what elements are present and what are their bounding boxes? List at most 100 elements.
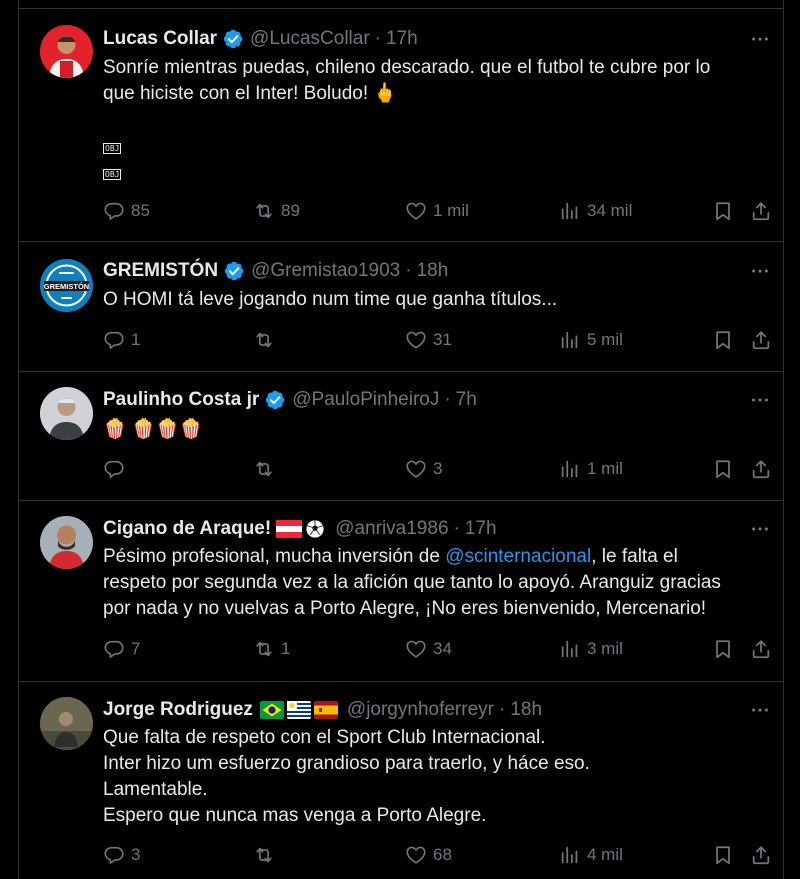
uruguay-flag-emoji [286, 701, 311, 719]
avatar[interactable] [40, 25, 93, 78]
like-button[interactable]: 3 [405, 458, 442, 480]
like-count: 68 [433, 845, 452, 864]
brazil-flag-emoji [259, 701, 284, 719]
more-icon[interactable] [747, 26, 773, 52]
reply-icon [103, 329, 125, 351]
share-button[interactable] [750, 458, 772, 480]
reply-button[interactable]: 85 [103, 200, 150, 222]
like-count: 34 [433, 639, 452, 658]
bookmark-button[interactable] [712, 844, 734, 866]
views-icon [559, 458, 581, 480]
retweet-button[interactable]: 1 [253, 638, 290, 660]
username[interactable]: @anriva1986 [335, 518, 448, 540]
timestamp[interactable]: 17h [386, 28, 418, 50]
views-button[interactable]: 1 mil [559, 458, 623, 480]
more-icon[interactable] [747, 387, 773, 413]
separator: · [374, 28, 381, 49]
share-button[interactable] [750, 638, 772, 660]
username[interactable]: @LucasCollar [250, 28, 370, 50]
share-button[interactable] [750, 200, 772, 222]
tweet[interactable]: GREMISTÓN GREMISTÓN @Gremistao1903 · 18h… [19, 242, 783, 372]
tweet-text-line: Lamentable. [103, 779, 208, 800]
like-count: 31 [433, 330, 452, 349]
like-button[interactable]: 34 [405, 638, 452, 660]
more-icon[interactable] [747, 258, 773, 284]
retweet-button[interactable]: 89 [253, 200, 300, 222]
tweet-actions: 1 31 5 mil [103, 329, 783, 355]
username[interactable]: @PauloPinheiroJ [292, 389, 439, 411]
like-icon [405, 844, 427, 866]
object-placeholder: OBJ [103, 159, 763, 185]
reply-button[interactable]: 1 [103, 329, 140, 351]
verified-badge-icon [223, 260, 245, 282]
like-button[interactable]: 31 [405, 329, 452, 351]
timestamp[interactable]: 7h [456, 389, 477, 411]
bookmark-icon [712, 329, 734, 351]
retweet-button[interactable] [253, 329, 281, 351]
avatar[interactable]: GREMISTÓN [40, 259, 93, 312]
views-icon [559, 638, 581, 660]
more-icon[interactable] [747, 516, 773, 542]
view-count: 4 mil [587, 845, 623, 864]
tweet-text-line: Inter hizo um esfuerzo grandioso para tr… [103, 753, 590, 774]
timestamp[interactable]: 17h [465, 518, 497, 540]
username[interactable]: @Gremistao1903 [251, 260, 400, 282]
username[interactable]: @jorgynhoferreyr [347, 699, 494, 721]
share-button[interactable] [750, 329, 772, 351]
obj-marker: OBJ [103, 169, 122, 180]
tweet[interactable]: Cigano de Araque! @anriva1986 · 17h Pési… [19, 501, 783, 682]
tweet-text: Sonríe mientras puedas, chileno descarad… [103, 55, 763, 185]
reply-button[interactable]: 3 [103, 844, 140, 866]
retweet-icon [253, 200, 275, 222]
reply-count: 85 [131, 201, 150, 220]
tweet-header: Jorge Rodriguez @jorgynhoferreyr · 18h [103, 697, 713, 723]
display-name[interactable]: Cigano de Araque! [103, 518, 271, 540]
separator: · [405, 260, 412, 281]
tweet-text-line: respeto por segunda vez a la afición que… [103, 572, 721, 593]
bookmark-button[interactable] [712, 458, 734, 480]
tweet-header: Paulinho Costa jr @PauloPinheiroJ · 7h [103, 387, 713, 413]
retweet-button[interactable] [253, 458, 281, 480]
like-icon [405, 458, 427, 480]
like-button[interactable]: 68 [405, 844, 452, 866]
timestamp[interactable]: 18h [510, 699, 542, 721]
tweet[interactable]: Jorge Rodriguez @jorgynhoferreyr · 18h Q… [19, 682, 783, 879]
views-button[interactable]: 34 mil [559, 200, 632, 222]
like-icon [405, 200, 427, 222]
avatar[interactable] [40, 516, 93, 569]
tweet-actions: 3 68 4 mil [103, 844, 783, 870]
display-name[interactable]: GREMISTÓN [103, 260, 218, 282]
bookmark-button[interactable] [712, 200, 734, 222]
like-count: 3 [433, 459, 443, 478]
like-button[interactable]: 1 mil [405, 200, 469, 222]
share-icon [750, 200, 772, 222]
share-button[interactable] [750, 844, 772, 866]
tweet-text-line: Sonríe mientras puedas, chileno descarad… [103, 57, 711, 78]
retweet-button[interactable] [253, 844, 281, 866]
views-icon [559, 200, 581, 222]
timestamp[interactable]: 18h [417, 260, 449, 282]
views-button[interactable]: 4 mil [559, 844, 623, 866]
mention-link[interactable]: @scinternacional [445, 546, 591, 567]
display-name[interactable]: Jorge Rodriguez [103, 699, 253, 721]
bookmark-button[interactable] [712, 329, 734, 351]
tweet-text-line: Pésimo profesional, mucha inversión de @… [103, 544, 763, 570]
views-button[interactable]: 5 mil [559, 329, 623, 351]
verified-badge-icon [264, 389, 286, 411]
more-icon[interactable] [747, 697, 773, 723]
reply-button[interactable] [103, 458, 131, 480]
avatar[interactable] [40, 697, 93, 750]
tweet[interactable]: Lucas Collar @LucasCollar · 17h Sonríe m… [19, 9, 783, 242]
flag-emoji [276, 520, 303, 538]
tweet-actions: 85 89 1 mil 34 mil [103, 200, 783, 226]
bookmark-icon [712, 458, 734, 480]
display-name[interactable]: Lucas Collar [103, 28, 217, 50]
display-name[interactable]: Paulinho Costa jr [103, 389, 259, 411]
tweet[interactable]: Paulinho Costa jr @PauloPinheiroJ · 7h 🍿… [19, 372, 783, 501]
views-button[interactable]: 3 mil [559, 638, 623, 660]
avatar[interactable] [40, 387, 93, 440]
bookmark-button[interactable] [712, 638, 734, 660]
soccer-ball-emoji [305, 519, 325, 539]
reply-button[interactable]: 7 [103, 638, 140, 660]
view-count: 1 mil [587, 459, 623, 478]
